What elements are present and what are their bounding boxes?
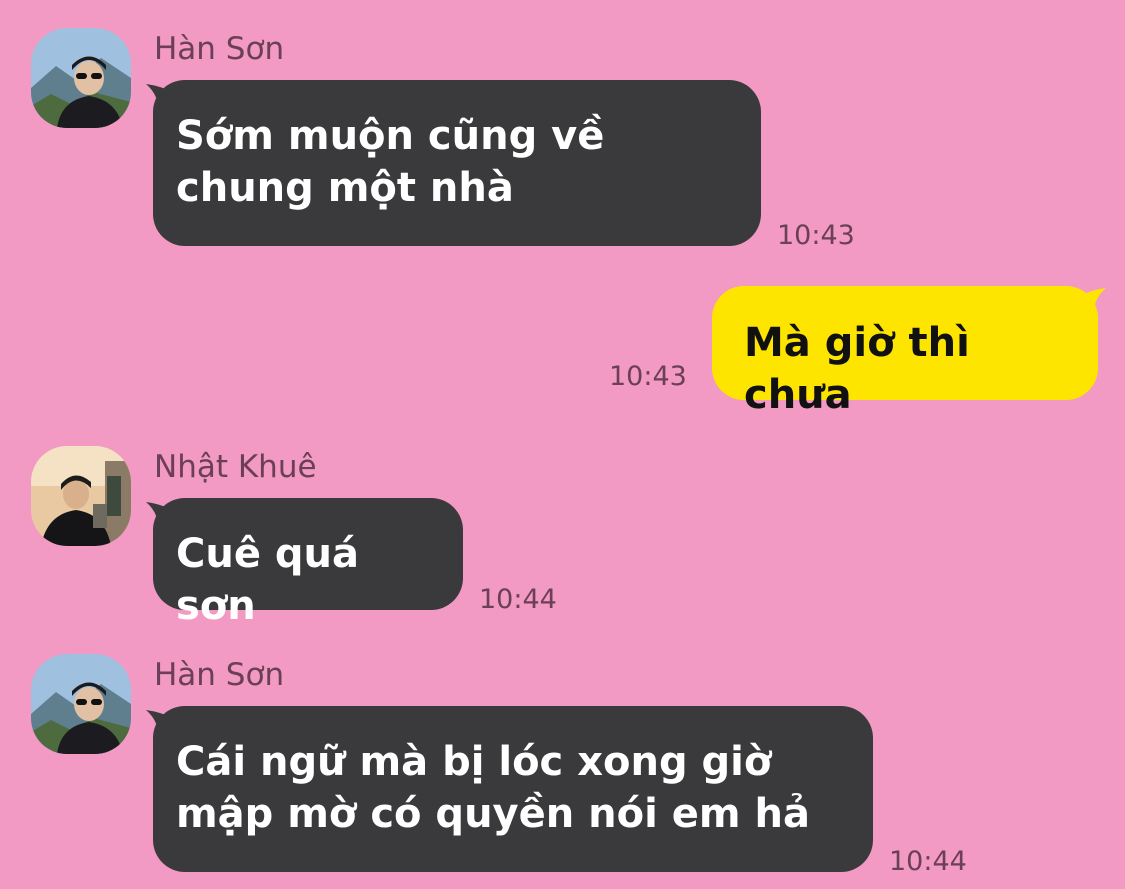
message-bubble[interactable]: Sớm muộn cũng về chung một nhà bbox=[153, 80, 761, 246]
user-avatar-icon bbox=[31, 654, 131, 754]
avatar-han-son[interactable] bbox=[31, 654, 131, 754]
message-timestamp: 10:44 bbox=[889, 846, 967, 877]
sender-name: Nhật Khuê bbox=[154, 449, 317, 485]
message-timestamp: 10:43 bbox=[609, 361, 687, 392]
user-avatar-icon bbox=[31, 446, 131, 546]
user-avatar-icon bbox=[31, 28, 131, 128]
message-text: Cái ngữ mà bị lóc xong giờ mập mờ có quy… bbox=[176, 739, 810, 837]
message-bubble[interactable]: Mà giờ thì chưa bbox=[712, 286, 1098, 418]
sender-name: Hàn Sơn bbox=[154, 657, 285, 693]
message-bubble[interactable]: Cuê quá sơn bbox=[153, 498, 463, 629]
message-text: Sớm muộn cũng về chung một nhà bbox=[176, 113, 605, 211]
message-text: Cuê quá sơn bbox=[176, 531, 359, 629]
sender-name: Hàn Sơn bbox=[154, 31, 285, 67]
avatar-nhat-khue[interactable] bbox=[31, 446, 131, 546]
message-bubble[interactable]: Cái ngữ mà bị lóc xong giờ mập mờ có quy… bbox=[153, 706, 873, 872]
bubble-tail bbox=[1076, 288, 1106, 318]
message-timestamp: 10:43 bbox=[777, 220, 855, 251]
chat-thread: Hàn Sơn Sớm muộn cũng về chung một nhà 1… bbox=[0, 0, 1125, 889]
message-text: Mà giờ thì chưa bbox=[744, 320, 970, 418]
avatar-han-son[interactable] bbox=[31, 28, 131, 128]
message-timestamp: 10:44 bbox=[479, 584, 557, 615]
